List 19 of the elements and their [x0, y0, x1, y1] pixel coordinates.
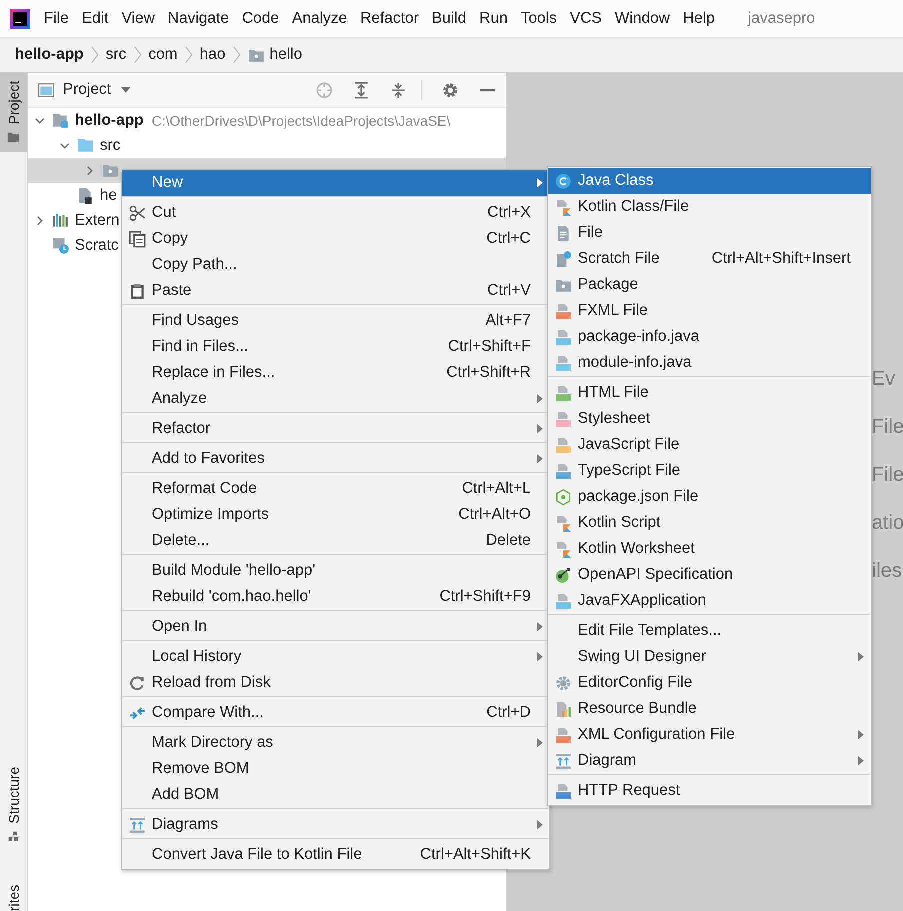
shortcut-label: Ctrl+Shift+F: [448, 338, 531, 356]
shortcut-label: Ctrl+Alt+L: [462, 480, 531, 498]
shortcut-label: Ctrl+Alt+Shift+Insert: [712, 250, 851, 268]
shortcut-label: Ctrl+X: [488, 204, 531, 222]
shortcut-label: Ctrl+Shift+R: [446, 364, 531, 382]
shortcut-label: Ctrl+V: [488, 282, 531, 300]
shortcut-label: Ctrl+D: [486, 704, 531, 722]
shortcut-label: Ctrl+Alt+Shift+K: [420, 846, 531, 864]
project-title: javasepro: [748, 10, 816, 28]
shortcut-label: Ctrl+C: [486, 230, 531, 248]
editor-hint: File: [872, 465, 903, 486]
shortcut-label: Alt+F7: [486, 312, 531, 330]
shortcut-label: Delete: [486, 532, 531, 550]
editor-hint: iles: [872, 561, 903, 582]
shortcut-label: Ctrl+Alt+O: [458, 506, 531, 524]
path-label: C:\OtherDrives\D\Projects\IdeaProjects\JavaSE\: [152, 112, 451, 128]
editor-hint: File: [872, 417, 903, 438]
editor-hint: Ev: [872, 369, 896, 390]
shortcut-label: Ctrl+Shift+F9: [440, 588, 531, 606]
